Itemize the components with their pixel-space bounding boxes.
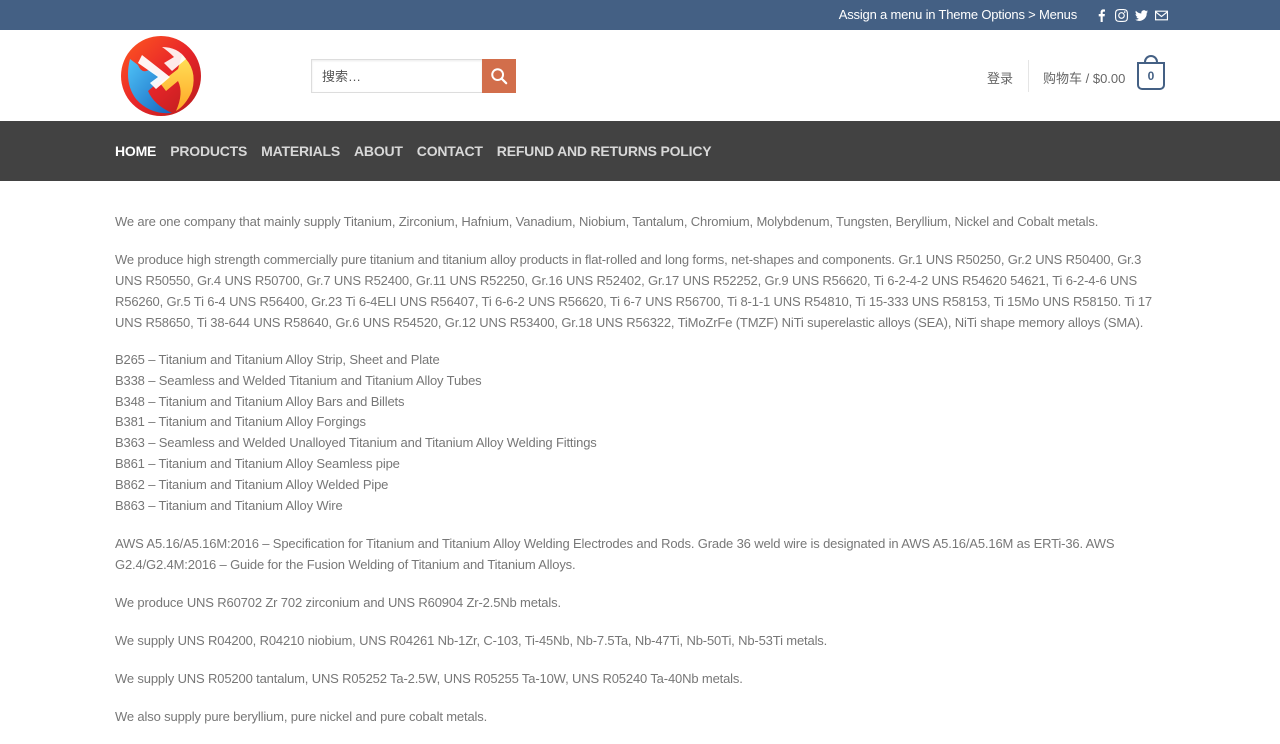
nav-item-about[interactable]: ABOUT	[354, 143, 403, 159]
email-icon[interactable]	[1155, 9, 1168, 22]
list-item: B265 – Titanium and Titanium Alloy Strip…	[115, 352, 440, 367]
twitter-icon[interactable]	[1135, 9, 1148, 22]
intro-paragraph: We are one company that mainly supply Ti…	[115, 214, 1099, 229]
list-item: B381 – Titanium and Titanium Alloy Forgi…	[115, 414, 366, 430]
search-input[interactable]	[311, 59, 482, 93]
titanium-paragraph: We produce high strength commercially pu…	[115, 252, 1152, 330]
top-bar: Assign a menu in Theme Options > Menus	[0, 0, 1280, 30]
list-item: B862 – Titanium and Titanium Alloy Welde…	[115, 476, 389, 492]
tantalum-paragraph: We supply UNS R05200 tantalum, UNS R0525…	[115, 671, 743, 687]
instagram-icon[interactable]	[1115, 8, 1128, 22]
cart-link[interactable]: 购物车 / $0.00	[1043, 68, 1125, 87]
nav-item-contact[interactable]: CONTACT	[417, 143, 483, 159]
list-item: B863 – Titanium and Titanium Alloy Wire	[115, 497, 343, 513]
header-divider	[1028, 60, 1029, 92]
nav-item-products[interactable]: PRODUCTS	[170, 143, 247, 159]
list-item: B861 – Titanium and Titanium Alloy Seaml…	[115, 455, 400, 471]
nav-item-refund-policy[interactable]: REFUND AND RETURNS POLICY	[497, 143, 712, 159]
main-nav: HOME PRODUCTS MATERIALS ABOUT CONTACT RE…	[115, 121, 725, 181]
cart-icon[interactable]: 0	[1137, 55, 1165, 90]
aws-paragraph: AWS A5.16/A5.16M:2016 – Specification fo…	[115, 536, 1115, 573]
niobium-paragraph: We supply UNS R04200, R04210 niobium, UN…	[115, 633, 828, 649]
social-icons	[1095, 7, 1168, 23]
login-link[interactable]: 登录	[987, 68, 1013, 87]
cart-count: 0	[1137, 62, 1165, 90]
company-logo[interactable]	[120, 35, 202, 117]
list-item: B338 – Seamless and Welded Titanium and …	[115, 372, 482, 388]
main-nav-bar: HOME PRODUCTS MATERIALS ABOUT CONTACT RE…	[0, 121, 1280, 181]
nav-item-home[interactable]: HOME	[115, 143, 156, 159]
list-item: B348 – Titanium and Titanium Alloy Bars …	[115, 393, 405, 409]
zirconium-paragraph: We produce UNS R60702 Zr 702 zirconium a…	[115, 595, 561, 611]
astm-standards-list: B265 – Titanium and Titanium Alloy Strip…	[115, 350, 1165, 516]
search-icon	[491, 68, 508, 85]
facebook-icon[interactable]	[1095, 8, 1108, 22]
nav-item-materials[interactable]: MATERIALS	[261, 143, 340, 159]
topbar-menu-text[interactable]: Assign a menu in Theme Options > Menus	[839, 7, 1077, 22]
beryllium-paragraph: We also supply pure beryllium, pure nick…	[115, 709, 488, 725]
list-item: B363 – Seamless and Welded Unalloyed Tit…	[115, 435, 597, 451]
site-header: 登录 购物车 / $0.00 0	[0, 30, 1280, 121]
page-content: We are one company that mainly supply Ti…	[115, 211, 1165, 744]
search-button[interactable]	[482, 59, 516, 93]
